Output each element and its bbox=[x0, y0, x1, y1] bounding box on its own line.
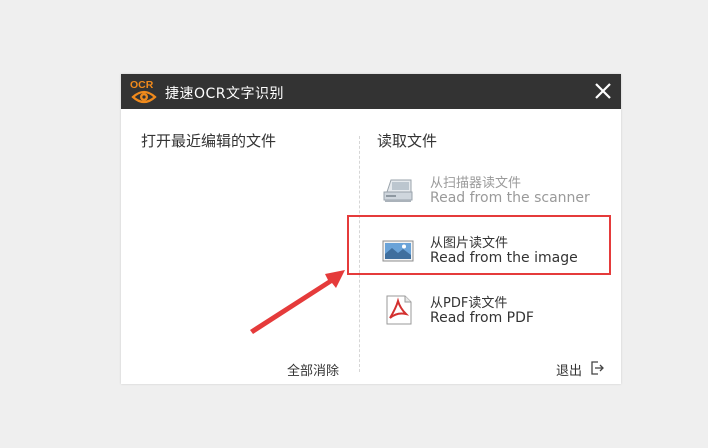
scanner-label-en: Read from the scanner bbox=[430, 190, 590, 206]
pdf-label-en: Read from PDF bbox=[430, 310, 534, 326]
window-title: 捷速OCR文字识别 bbox=[165, 86, 285, 102]
pdf-label-cn: 从PDF读文件 bbox=[430, 296, 508, 311]
app-logo-text: OCR bbox=[130, 79, 154, 91]
read-file-heading: 读取文件 bbox=[377, 132, 438, 150]
exit-label: 退出 bbox=[556, 364, 583, 379]
app-logo-icon: OCR bbox=[130, 79, 157, 104]
recent-files-heading: 打开最近编辑的文件 bbox=[141, 132, 277, 150]
annotation-highlight-box bbox=[347, 215, 611, 275]
read-from-pdf-option[interactable]: 从PDF读文件 Read from PDF bbox=[377, 288, 607, 332]
clear-all-button[interactable]: 全部消除 bbox=[287, 360, 339, 379]
screen: OCR 捷速OCR文字识别 打开最近编辑的文件 全部消除 读取文件 从扫描器读文… bbox=[0, 0, 708, 448]
annotation-arrow-icon bbox=[250, 270, 345, 334]
read-from-scanner-option[interactable]: 从扫描器读文件 Read from the scanner bbox=[377, 168, 607, 212]
close-icon[interactable] bbox=[591, 79, 615, 103]
scanner-icon bbox=[383, 179, 413, 202]
pdf-icon bbox=[386, 295, 412, 325]
exit-icon bbox=[591, 361, 604, 375]
scanner-label-cn: 从扫描器读文件 bbox=[430, 176, 522, 191]
title-bar[interactable]: OCR 捷速OCR文字识别 bbox=[121, 74, 621, 109]
